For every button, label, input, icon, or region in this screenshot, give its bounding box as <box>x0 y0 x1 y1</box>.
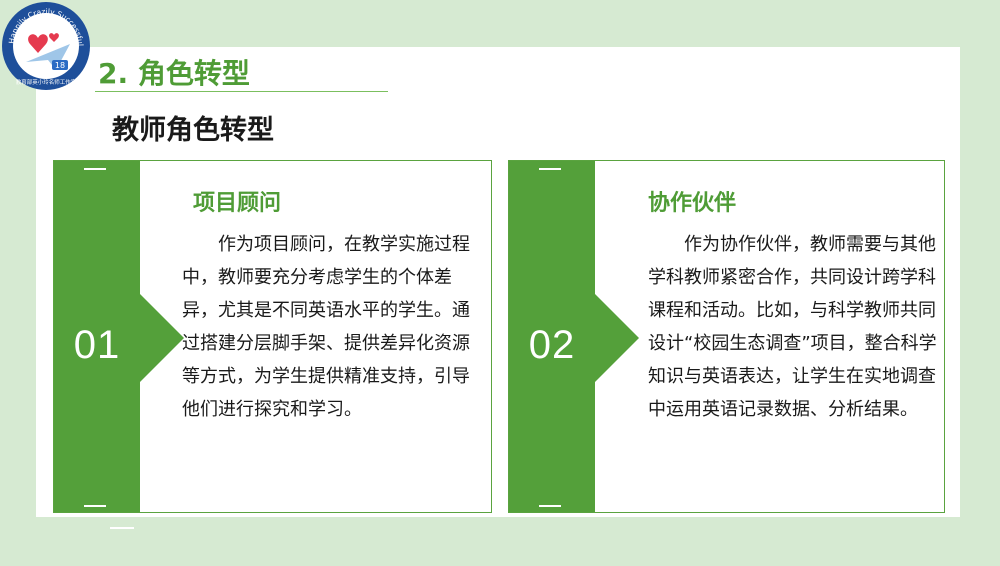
logo-badge-text: 18 <box>55 61 65 70</box>
card-body: 作为项目顾问，在教学实施过程中，教师要充分考虑学生的个体差异，尤其是不同英语水平… <box>182 234 470 420</box>
card-number: 01 <box>73 323 121 367</box>
arrow-right-icon <box>140 294 184 382</box>
card-number: 02 <box>528 323 576 367</box>
card-body: 作为协作伙伴，教师需要与其他学科教师紧密合作，共同设计跨学科课程和活动。比如，与… <box>648 234 937 420</box>
arrow-right-icon <box>595 294 639 382</box>
card-title: 项目顾问 <box>193 191 282 216</box>
decorative-dash <box>110 527 134 529</box>
card-number-bar: 01 <box>54 161 140 512</box>
bar-dash <box>84 505 106 507</box>
role-card-collaborator: 02 协作伙伴 作为协作伙伴，教师需要与其他学科教师紧密合作，共同设计跨学科课程… <box>508 160 945 513</box>
bar-dash <box>539 505 561 507</box>
title-underline <box>95 91 388 92</box>
page-subtitle: 教师角色转型 <box>112 115 274 146</box>
logo-bottom-text: 教育部英小玲名师工作室 <box>16 78 77 86</box>
card-title: 协作伙伴 <box>648 191 737 216</box>
bar-dash <box>84 168 106 170</box>
logo-badge: Happily Crazily Successfully 18 教育部英小玲名师… <box>0 0 90 90</box>
section-title: 2. 角色转型 <box>98 57 250 90</box>
card-number-bar: 02 <box>509 161 595 512</box>
bar-dash <box>539 168 561 170</box>
role-card-project-advisor: 01 项目顾问 作为项目顾问，在教学实施过程中，教师要充分考虑学生的个体差异，尤… <box>53 160 492 513</box>
